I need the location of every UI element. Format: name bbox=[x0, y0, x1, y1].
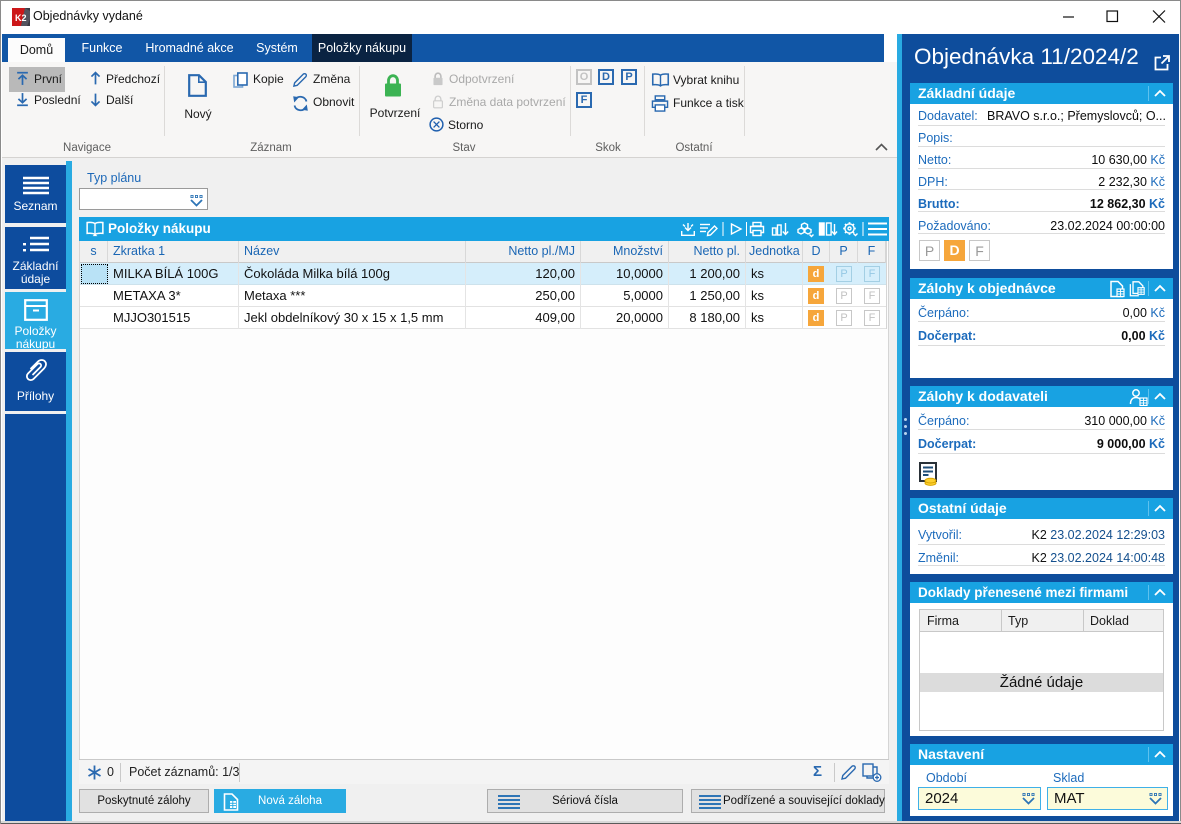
svg-text:K2: K2 bbox=[15, 13, 27, 23]
